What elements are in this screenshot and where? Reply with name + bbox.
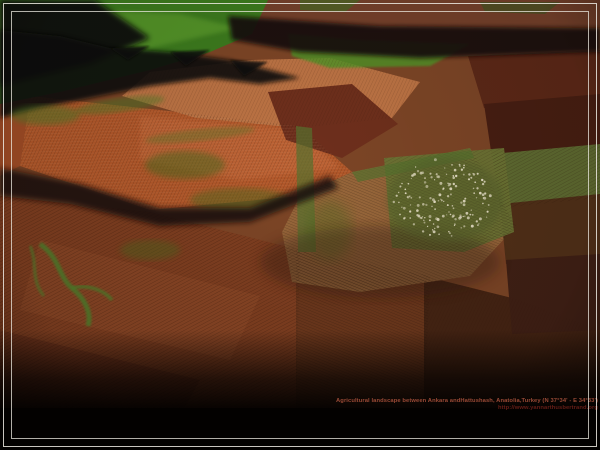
photo-caption: Agricultural landscape between Ankara an…: [336, 398, 598, 412]
caption-url: http://www.yannarthusbertrand.org: [336, 405, 598, 412]
aerial-photo-landscape: [0, 0, 600, 450]
caption-title: Agricultural landscape between Ankara an…: [336, 398, 598, 405]
wallpaper-photo: Agricultural landscape between Ankara an…: [0, 0, 600, 450]
bottom-black-strip: [0, 408, 600, 450]
